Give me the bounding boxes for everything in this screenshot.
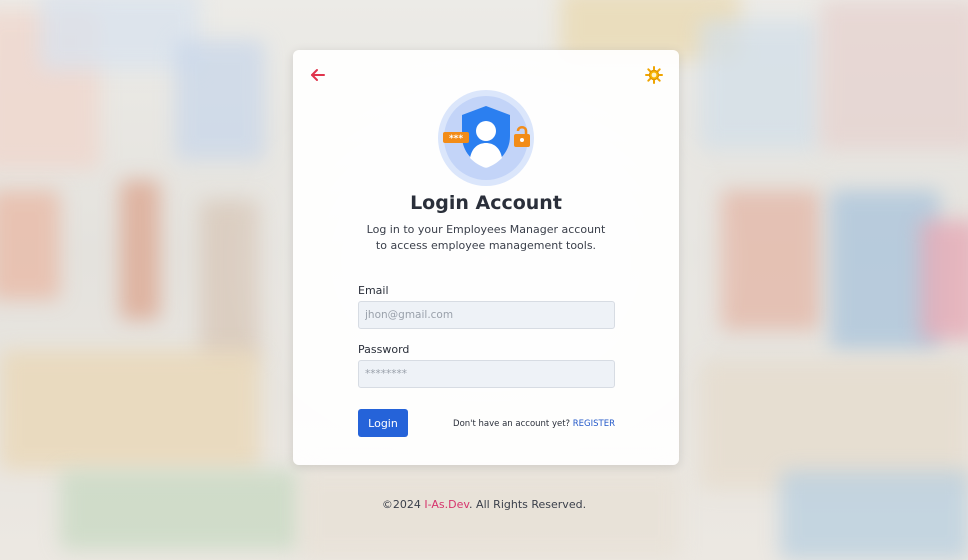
footer-brand-link[interactable]: I-As.Dev [424, 498, 469, 511]
back-button[interactable] [307, 64, 329, 86]
password-label: Password [358, 343, 410, 356]
page-subtitle: Log in to your Employees Manager account… [366, 223, 606, 252]
arrow-left-icon [311, 69, 325, 81]
footer: ©2024 I-As.Dev. All Rights Reserved. [0, 498, 968, 511]
svg-text:***: *** [449, 134, 463, 144]
user-shield-lock-icon: *** [436, 88, 536, 188]
email-field[interactable] [358, 301, 615, 329]
theme-toggle-button[interactable] [643, 64, 665, 86]
register-prompt: Don't have an account yet? REGISTER [453, 419, 615, 429]
page-title: Login Account [410, 192, 562, 214]
password-field[interactable] [358, 360, 615, 388]
footer-rights: . All Rights Reserved. [469, 498, 587, 511]
sun-icon [645, 66, 663, 84]
register-link[interactable]: REGISTER [573, 419, 615, 429]
login-button[interactable]: Login [358, 409, 408, 437]
footer-copyright: ©2024 [381, 498, 421, 511]
register-prompt-text: Don't have an account yet? [453, 419, 571, 429]
email-label: Email [358, 284, 389, 297]
login-card: *** Login Account Log in to your Employe… [293, 50, 679, 465]
